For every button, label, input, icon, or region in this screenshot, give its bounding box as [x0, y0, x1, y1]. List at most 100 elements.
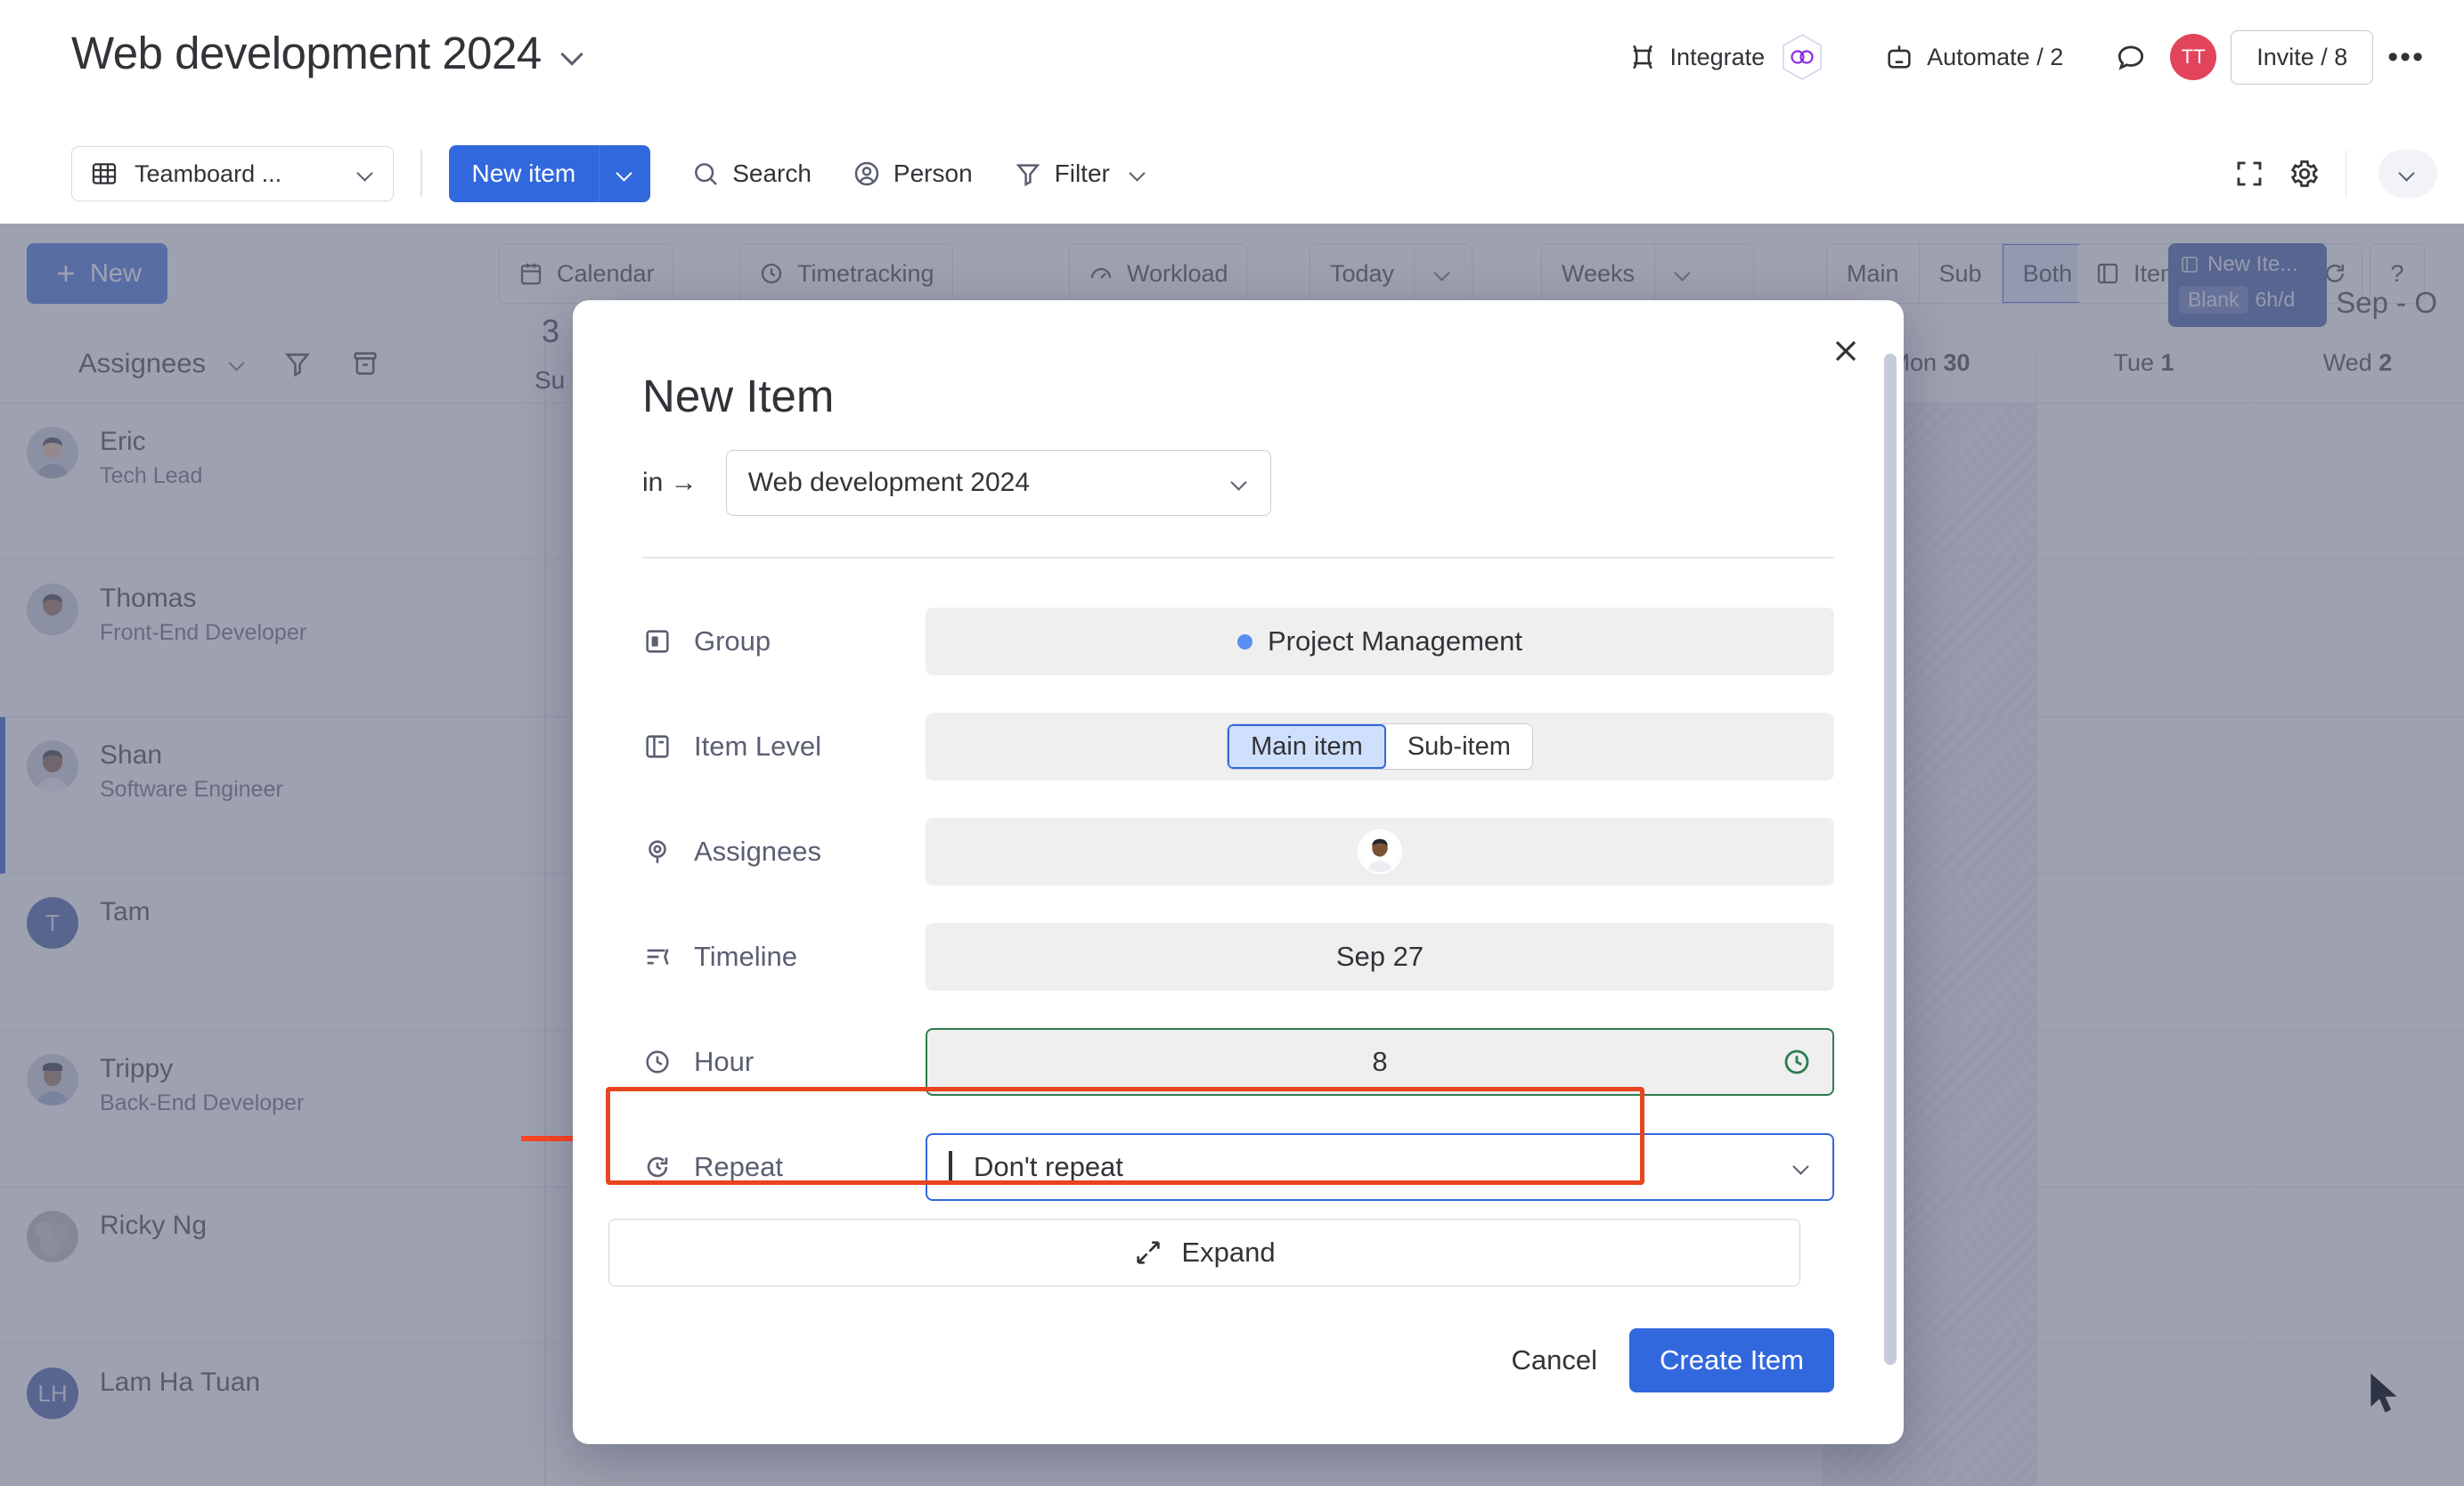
list-item[interactable]: Shan Software Engineer: [0, 717, 544, 874]
page-title: Web development 2024: [71, 27, 542, 79]
weeks-button[interactable]: Weeks: [1542, 244, 1655, 303]
funnel-icon[interactable]: [282, 348, 313, 379]
chevron-down-icon[interactable]: [561, 42, 584, 65]
today-dropdown-button[interactable]: [1415, 244, 1472, 303]
avatar: [27, 584, 78, 635]
clock-icon: [642, 1047, 673, 1077]
chevron-down-icon[interactable]: [229, 355, 247, 372]
list-item[interactable]: LH Lam Ha Tuan: [0, 1344, 544, 1486]
create-item-button[interactable]: Create Item: [1629, 1328, 1834, 1392]
chevron-down-icon: [1434, 265, 1452, 282]
assignees-header: Assignees: [0, 323, 544, 404]
new-button[interactable]: New: [27, 243, 167, 304]
assignee-name: Ricky Ng: [100, 1211, 207, 1242]
assignee-name: Thomas: [100, 584, 306, 615]
comment-bubble-icon[interactable]: [2106, 32, 2156, 82]
tab-workload[interactable]: Workload: [1069, 243, 1247, 304]
avatar: [27, 740, 78, 792]
tab-timetracking[interactable]: Timetracking: [739, 243, 953, 304]
field-timeline-value[interactable]: Sep 27: [926, 923, 1834, 991]
list-item[interactable]: Ricky Ng: [0, 1188, 544, 1344]
calendar-event-card[interactable]: New Ite... Blank 6h/d: [2168, 243, 2327, 327]
event-hours: 6h/d: [2256, 288, 2296, 312]
field-hour-value[interactable]: 8: [926, 1028, 1834, 1096]
assignee-role: Tech Lead: [100, 463, 202, 489]
list-item-text: Ricky Ng: [100, 1211, 207, 1242]
modal-scrollbar[interactable]: [1884, 354, 1897, 1365]
list-item-text: Thomas Front-End Developer: [100, 584, 306, 646]
expand-arrows-icon[interactable]: [2224, 149, 2274, 199]
app-header: Web development 2024 Integrate: [0, 0, 2464, 127]
new-item-button[interactable]: New item: [449, 145, 600, 202]
list-item[interactable]: Eric Tech Lead: [0, 404, 544, 560]
chevron-down-icon: [1793, 1158, 1811, 1176]
modal-footer: Cancel Create Item: [1489, 1328, 1834, 1392]
list-item-text: Trippy Back-End Developer: [100, 1054, 304, 1116]
automate-label: Automate / 2: [1927, 44, 2063, 71]
search-icon: [691, 159, 720, 188]
more-options-button[interactable]: •••: [2373, 37, 2439, 78]
list-item[interactable]: T Tam: [0, 874, 544, 1031]
field-timeline-label-wrap: Timeline: [642, 941, 926, 973]
scope-segmented-control: Main Sub Both: [1826, 243, 2093, 304]
field-item-level-value: Main item Sub-item: [926, 713, 1834, 780]
clock-icon: [758, 260, 785, 287]
item-level-icon: [642, 731, 673, 762]
collapse-toggle-button[interactable]: [2378, 150, 2437, 198]
today-button[interactable]: Today: [1310, 244, 1415, 303]
weeks-dropdown-button[interactable]: [1655, 244, 1753, 303]
field-group-value[interactable]: Project Management: [926, 608, 1834, 675]
filter-button[interactable]: Filter: [1014, 159, 1147, 188]
tab-workload-label: Workload: [1127, 260, 1228, 288]
list-item[interactable]: Trippy Back-End Developer: [0, 1031, 544, 1188]
item-level-option-main[interactable]: Main item: [1228, 724, 1386, 769]
field-assignees: Assignees: [642, 818, 1834, 886]
expand-button[interactable]: Expand: [608, 1219, 1800, 1286]
calendar-range-label: Sep - O: [2336, 286, 2437, 320]
board-select[interactable]: Teamboard ...: [71, 146, 394, 201]
group-sub-label: Su: [534, 366, 565, 395]
list-item-text: Eric Tech Lead: [100, 427, 202, 489]
board-select-label: Teamboard ...: [135, 160, 341, 188]
calendar-day: Tue 1: [2036, 349, 2250, 403]
calendar-icon: [518, 260, 544, 287]
field-item-level-label: Item Level: [694, 731, 821, 763]
invite-button[interactable]: Invite / 8: [2231, 30, 2373, 85]
board-dropdown[interactable]: Web development 2024: [726, 450, 1271, 516]
field-group-label: Group: [694, 625, 771, 657]
scope-option-sub[interactable]: Sub: [1920, 244, 2003, 303]
gear-icon[interactable]: [2280, 149, 2329, 199]
board-toolbar: Teamboard ... New item Search: [0, 125, 2464, 223]
new-item-dropdown-button[interactable]: [599, 145, 650, 202]
integrate-button[interactable]: Integrate: [1611, 27, 1839, 87]
group-color-dot: [1237, 634, 1252, 649]
close-icon[interactable]: [1820, 325, 1872, 377]
assignees-column: Assignees Eric Tech Lead: [0, 323, 545, 1486]
list-item[interactable]: Thomas Front-End Developer: [0, 560, 544, 717]
avatar: LH: [27, 1368, 78, 1419]
group-count: 3: [542, 313, 559, 350]
field-timeline: Timeline Sep 27: [642, 923, 1834, 991]
clock-icon[interactable]: [1781, 1046, 1813, 1078]
person-filter-button[interactable]: Person: [853, 159, 973, 188]
avatar: [27, 427, 78, 478]
scope-option-main[interactable]: Main: [1827, 244, 1920, 303]
chevron-down-icon: [357, 165, 375, 183]
automate-button[interactable]: Automate / 2: [1868, 35, 2079, 79]
diagonal-arrows-icon: [1133, 1237, 1163, 1268]
field-group-label-wrap: Group: [642, 625, 926, 657]
search-button[interactable]: Search: [691, 159, 812, 188]
tab-calendar[interactable]: Calendar: [499, 243, 673, 304]
tab-timetracking-label: Timetracking: [797, 260, 934, 288]
cancel-button[interactable]: Cancel: [1489, 1330, 1621, 1391]
assignee-name: Tam: [100, 897, 151, 928]
avatar[interactable]: TT: [2170, 34, 2216, 80]
chevron-down-icon: [1130, 165, 1147, 183]
field-assignees-value[interactable]: [926, 818, 1834, 886]
item-level-option-sub[interactable]: Sub-item: [1386, 724, 1532, 769]
archive-box-icon[interactable]: [350, 348, 380, 379]
assignee-role: Back-End Developer: [100, 1090, 304, 1116]
status-badge: Blank: [2179, 286, 2248, 314]
item-level-segmented-control: Main item Sub-item: [1227, 723, 1533, 770]
field-hour-value-text: 8: [1372, 1046, 1387, 1078]
